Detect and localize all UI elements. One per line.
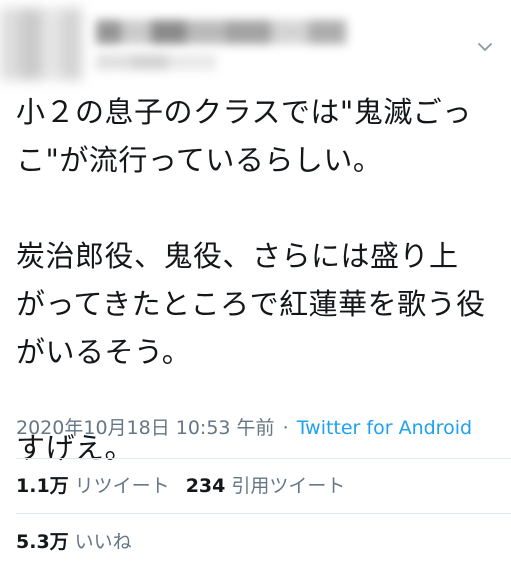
retweets-stat[interactable]: 1.1万 リツイート [16,475,170,497]
author-name-redacted[interactable] [96,20,346,44]
likes-stat[interactable]: 5.3万 いいね [16,531,132,553]
tweet-meta: 2020年10月18日 10:53 午前 · Twitter for Andro… [16,414,472,442]
retweet-stats: 1.1万 リツイート 234 引用ツイート [16,472,345,500]
meta-separator: · [282,417,289,439]
likes-label: いいね [74,531,132,553]
tweet-line: 小２の息子のクラスでは"鬼滅ごっ [16,95,472,129]
like-stats: 5.3万 いいね [16,528,132,556]
author-handle-redacted[interactable] [96,54,216,70]
tweet-card: 小２の息子のクラスでは"鬼滅ごっ こ"が流行っているらしい。 炭治郎役、鬼役、さ… [0,0,511,566]
tweet-header [0,0,511,88]
source-link[interactable]: Twitter for Android [297,417,472,439]
tweet-line: がいるそう。 [16,335,192,369]
tweet-line: 炭治郎役、鬼役、さらには盛り上 [16,239,459,273]
retweets-count: 1.1万 [16,475,69,497]
timestamp[interactable]: 2020年10月18日 10:53 午前 [16,417,275,439]
quotes-count: 234 [185,475,226,497]
avatar[interactable] [0,8,82,80]
retweets-label: リツイート [74,475,170,497]
quotes-stat[interactable]: 234 引用ツイート [186,475,346,497]
divider [16,513,511,514]
tweet-line: こ"が流行っているらしい。 [16,143,383,177]
tweet-line: がってきたところで紅蓮華を歌う役 [16,287,486,321]
divider [16,458,511,459]
likes-count: 5.3万 [16,531,69,553]
chevron-down-icon[interactable] [476,38,494,56]
quotes-label: 引用ツイート [231,475,346,497]
